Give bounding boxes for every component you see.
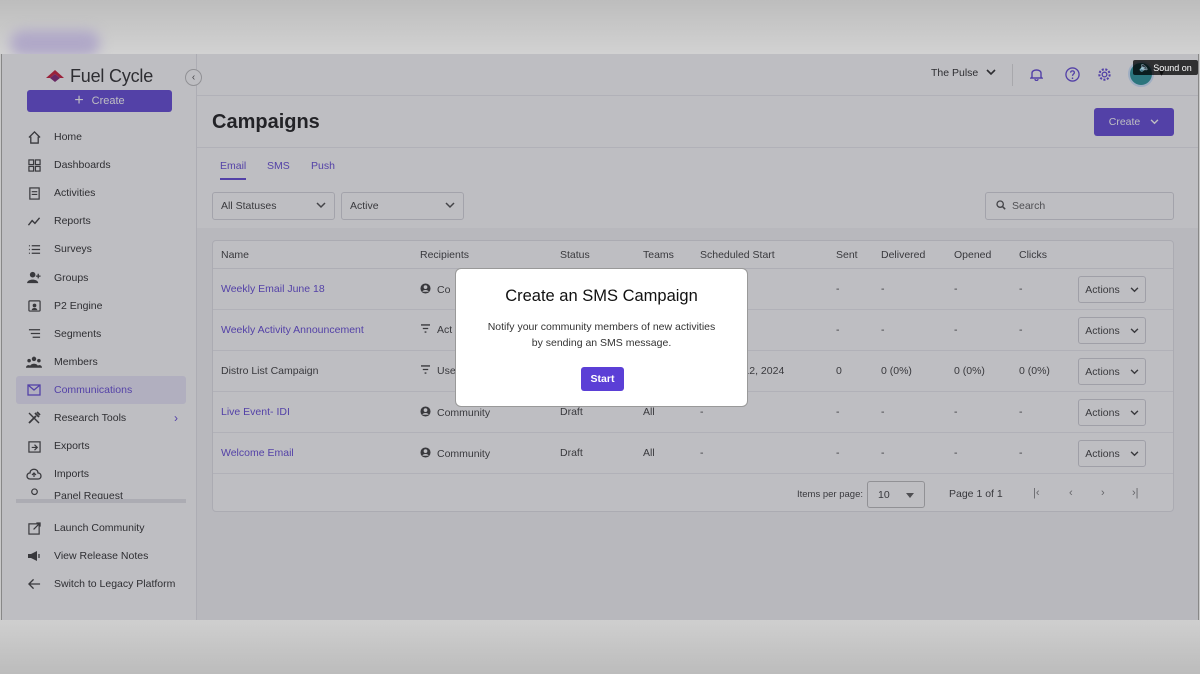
modal-description-line-2: by sending an SMS message.: [531, 337, 672, 349]
modal-description: Notify your community members of new act…: [472, 319, 731, 351]
sound-on-badge[interactable]: 🔈 Sound on: [1133, 60, 1198, 75]
outer-frame-top: [0, 0, 1200, 54]
outer-frame-bottom: [0, 620, 1200, 674]
sms-campaign-modal: Create an SMS Campaign Notify your commu…: [455, 268, 748, 407]
app-window: Fuel Cycle + Create Home Dashboards Acti…: [1, 54, 1199, 620]
start-button[interactable]: Start: [581, 367, 624, 391]
modal-title: Create an SMS Campaign: [505, 287, 698, 305]
speaker-icon: 🔈: [1139, 62, 1151, 72]
sound-on-label: Sound on: [1153, 62, 1192, 73]
modal-description-line-1: Notify your community members of new act…: [487, 321, 716, 333]
outer-frame-blur: [10, 30, 100, 56]
